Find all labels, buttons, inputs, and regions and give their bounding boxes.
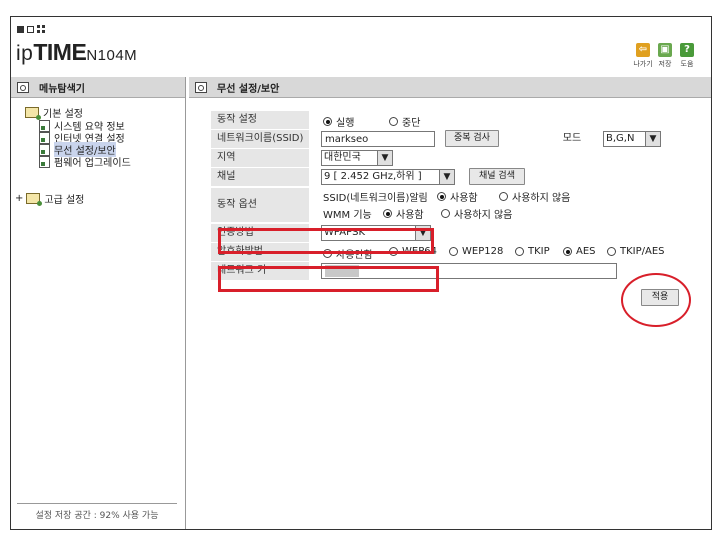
page-title: 무선 설정/보안 bbox=[217, 83, 280, 95]
menu-explorer: 메뉴탐색기 기본 설정 시스템 요약 정보 인터넷 연결 설정 무선 설정/보안… bbox=[11, 77, 186, 529]
duplicate-check-button[interactable]: 중복 검사 bbox=[445, 130, 499, 147]
enc-option-label: TKIP/AES bbox=[620, 246, 665, 257]
operation-label: 동작 설정 bbox=[211, 111, 309, 129]
annotation-box-auth bbox=[218, 228, 434, 254]
enc-tkip-radio[interactable]: TKIP bbox=[515, 246, 550, 257]
radio-off-icon bbox=[449, 247, 458, 256]
enc-option-label: AES bbox=[576, 246, 596, 257]
tree-advanced-settings[interactable]: + 고급 설정 bbox=[15, 191, 84, 206]
brand-ip: ip bbox=[16, 42, 34, 65]
chevron-down-icon: ▼ bbox=[645, 132, 660, 146]
save-icon: ▣ bbox=[658, 43, 672, 57]
brand-model: N104M bbox=[86, 47, 138, 64]
page-icon bbox=[39, 155, 50, 168]
channel-value: 9 [ 2.452 GHz,하위 ] bbox=[324, 171, 422, 182]
radio-on-icon bbox=[323, 117, 332, 126]
annotation-circle-apply bbox=[621, 273, 691, 327]
ssid-label: 네트워크이름(SSID) bbox=[211, 130, 309, 148]
radio-off-icon bbox=[499, 192, 508, 201]
help-button[interactable]: ? 도움 bbox=[679, 43, 695, 69]
header: ipTIMEN104M ⇦ 나가기 ▣ 저장 ? 도움 bbox=[11, 17, 711, 71]
operation-on-label: 실행 bbox=[336, 118, 355, 129]
mode-label: 모드 bbox=[562, 133, 582, 144]
region-select[interactable]: 대한민국 ▼ bbox=[321, 150, 393, 166]
operation-off-radio[interactable]: 중단 bbox=[389, 114, 420, 129]
help-icon: ? bbox=[680, 43, 694, 57]
enc-wep128-radio[interactable]: WEP128 bbox=[449, 246, 503, 257]
chevron-down-icon: ▼ bbox=[439, 170, 454, 184]
operation-on-radio[interactable]: 실행 bbox=[323, 114, 354, 129]
menu-explorer-title: 메뉴탐색기 bbox=[39, 83, 85, 95]
operation-off-label: 중단 bbox=[402, 118, 421, 129]
main-panel: 무선 설정/보안 동작 설정 실행 중단 네트워크이름(SSID) markse… bbox=[189, 77, 711, 529]
folder-icon bbox=[25, 107, 41, 120]
sidebar-item-firmware[interactable]: 펌웨어 업그레이드 bbox=[39, 154, 131, 169]
ssid-alarm-use-radio[interactable]: 사용함 bbox=[437, 189, 478, 204]
explorer-icon bbox=[17, 81, 29, 93]
sidebar-item-label: 펌웨어 업그레이드 bbox=[54, 158, 131, 169]
not-use-label: 사용하지 않음 bbox=[454, 210, 513, 221]
ssid-alarm-label: SSID(네트워크이름)알림 bbox=[323, 193, 428, 204]
wmm-notuse-radio[interactable]: 사용하지 않음 bbox=[441, 206, 512, 221]
wmm-use-radio[interactable]: 사용함 bbox=[383, 206, 424, 221]
use-label: 사용함 bbox=[396, 210, 424, 221]
menu-explorer-header: 메뉴탐색기 bbox=[11, 77, 185, 98]
wmm-option: WMM 기능 bbox=[323, 206, 372, 221]
main-panel-header: 무선 설정/보안 bbox=[189, 77, 711, 98]
router-admin-window: ipTIMEN104M ⇦ 나가기 ▣ 저장 ? 도움 메뉴탐색기 기본 설정 … bbox=[10, 16, 712, 530]
options-label: 동작 옵션 bbox=[211, 188, 309, 222]
enc-aes-radio[interactable]: AES bbox=[563, 246, 596, 257]
radio-off-icon bbox=[441, 209, 450, 218]
radio-on-icon bbox=[437, 192, 446, 201]
radio-off-icon bbox=[607, 247, 616, 256]
chevron-down-icon: ▼ bbox=[377, 151, 392, 165]
logout-label: 나가기 bbox=[633, 60, 653, 68]
logout-button[interactable]: ⇦ 나가기 bbox=[633, 43, 653, 69]
enc-option-label: TKIP bbox=[528, 246, 550, 257]
tree-advanced-label: 고급 설정 bbox=[44, 195, 85, 206]
enc-option-label: WEP128 bbox=[462, 246, 504, 257]
wmm-label: WMM 기능 bbox=[323, 210, 372, 221]
annotation-box-netkey bbox=[218, 266, 439, 292]
panel-icon bbox=[195, 81, 207, 93]
radio-on-icon bbox=[383, 209, 392, 218]
folder-icon bbox=[26, 193, 43, 206]
toolbar: ⇦ 나가기 ▣ 저장 ? 도움 bbox=[633, 43, 695, 69]
storage-status: 설정 저장 공간 : 92% 사용 가능 bbox=[17, 503, 177, 521]
radio-off-icon bbox=[515, 247, 524, 256]
help-label: 도움 bbox=[680, 60, 694, 68]
channel-select[interactable]: 9 [ 2.452 GHz,하위 ] ▼ bbox=[321, 169, 455, 185]
ssid-alarm-option: SSID(네트워크이름)알림 bbox=[323, 189, 428, 204]
ssid-alarm-notuse-radio[interactable]: 사용하지 않음 bbox=[499, 189, 570, 204]
enc-tkipaes-radio[interactable]: TKIP/AES bbox=[607, 246, 665, 257]
logout-icon: ⇦ bbox=[636, 43, 650, 57]
mode-value: B,G,N bbox=[606, 133, 635, 144]
brand-logo: ipTIMEN104M bbox=[16, 39, 137, 66]
not-use-label: 사용하지 않음 bbox=[512, 193, 571, 204]
radio-off-icon bbox=[389, 117, 398, 126]
mode-select[interactable]: B,G,N ▼ bbox=[603, 131, 661, 147]
channel-label: 채널 bbox=[211, 168, 309, 186]
save-label: 저장 bbox=[658, 60, 672, 68]
ssid-input[interactable]: markseo bbox=[321, 131, 435, 147]
expand-toggle[interactable]: + bbox=[15, 193, 23, 204]
region-label: 지역 bbox=[211, 149, 309, 167]
logo-mark bbox=[17, 25, 45, 33]
region-value: 대한민국 bbox=[324, 152, 361, 163]
radio-on-icon bbox=[563, 247, 572, 256]
brand-time: TIME bbox=[33, 39, 87, 65]
use-label: 사용함 bbox=[450, 193, 478, 204]
channel-search-button[interactable]: 채널 검색 bbox=[469, 168, 525, 185]
save-button[interactable]: ▣ 저장 bbox=[657, 43, 673, 69]
